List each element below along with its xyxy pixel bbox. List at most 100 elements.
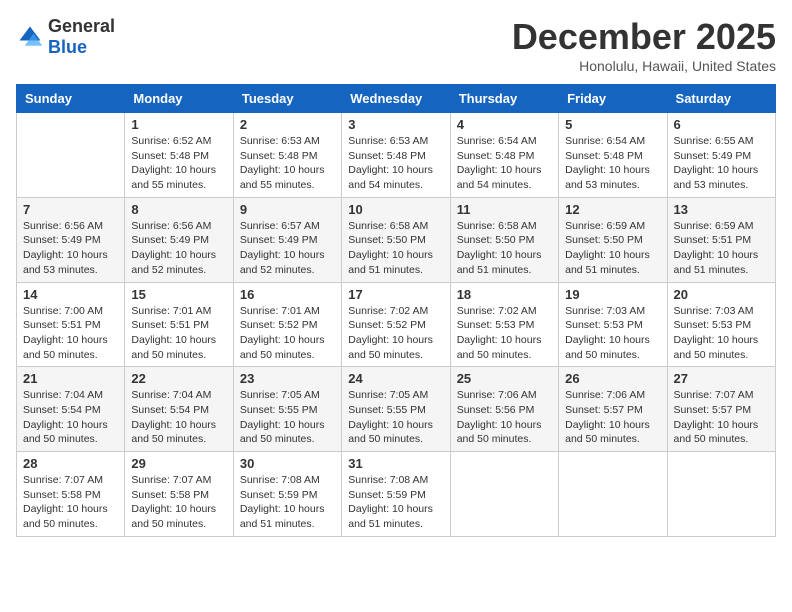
day-number: 4 [457, 117, 552, 132]
calendar-cell [450, 452, 558, 537]
calendar-cell: 3 Sunrise: 6:53 AM Sunset: 5:48 PM Daylig… [342, 113, 450, 198]
day-info: Sunrise: 6:53 AM Sunset: 5:48 PM Dayligh… [240, 134, 335, 193]
calendar-cell: 25Sunrise: 7:06 AM Sunset: 5:56 PM Dayli… [450, 367, 558, 452]
logo-blue: Blue [48, 37, 87, 57]
calendar-cell: 21 Sunrise: 7:04 AM Sunset: 5:54 PM Dayli… [17, 367, 125, 452]
calendar-cell: 10 Sunrise: 6:58 AM Sunset: 5:50 PM Dayli… [342, 197, 450, 282]
day-number: 11 [457, 202, 552, 217]
month-title: December 2025 [512, 16, 776, 58]
day-info: Sunrise: 6:57 AM Sunset: 5:49 PM Dayligh… [240, 219, 335, 278]
title-block: December 2025 Honolulu, Hawaii, United S… [512, 16, 776, 74]
day-number: 23 [240, 371, 335, 386]
day-info: Sunrise: 6:53 AM Sunset: 5:48 PM Dayligh… [348, 134, 443, 193]
calendar-cell [667, 452, 775, 537]
day-info: Sunrise: 6:59 AM Sunset: 5:51 PM Dayligh… [674, 219, 769, 278]
day-info: Sunrise: 6:54 AM Sunset: 5:48 PM Dayligh… [457, 134, 552, 193]
day-info: Sunrise: 6:55 AM Sunset: 5:49 PM Dayligh… [674, 134, 769, 193]
day-number: 2 [240, 117, 335, 132]
day-info: Sunrise: 7:07 AM Sunset: 5:58 PM Dayligh… [23, 473, 118, 532]
calendar-cell: 11Sunrise: 6:58 AM Sunset: 5:50 PM Dayli… [450, 197, 558, 282]
calendar-cell: 30 Sunrise: 7:08 AM Sunset: 5:59 PM Dayli… [233, 452, 341, 537]
day-info: Sunrise: 7:08 AM Sunset: 5:59 PM Dayligh… [240, 473, 335, 532]
subtitle: Honolulu, Hawaii, United States [512, 58, 776, 74]
day-number: 24 [348, 371, 443, 386]
day-info: Sunrise: 7:07 AM Sunset: 5:58 PM Dayligh… [131, 473, 226, 532]
day-info: Sunrise: 7:02 AM Sunset: 5:53 PM Dayligh… [457, 304, 552, 363]
calendar-cell: 12Sunrise: 6:59 AM Sunset: 5:50 PM Dayli… [559, 197, 667, 282]
weekday-header: Friday [559, 85, 667, 113]
day-info: Sunrise: 7:05 AM Sunset: 5:55 PM Dayligh… [348, 388, 443, 447]
day-number: 26 [565, 371, 660, 386]
calendar-cell: 18 Sunrise: 7:02 AM Sunset: 5:53 PM Dayli… [450, 282, 558, 367]
logo-text: General Blue [48, 16, 115, 58]
day-number: 14 [23, 287, 118, 302]
calendar-cell [559, 452, 667, 537]
day-number: 13 [674, 202, 769, 217]
weekday-header: Monday [125, 85, 233, 113]
day-number: 5 [565, 117, 660, 132]
day-number: 9 [240, 202, 335, 217]
day-info: Sunrise: 7:01 AM Sunset: 5:52 PM Dayligh… [240, 304, 335, 363]
day-info: Sunrise: 6:54 AM Sunset: 5:48 PM Dayligh… [565, 134, 660, 193]
day-info: Sunrise: 7:00 AM Sunset: 5:51 PM Dayligh… [23, 304, 118, 363]
calendar-cell: 5 Sunrise: 6:54 AM Sunset: 5:48 PM Daylig… [559, 113, 667, 198]
calendar-week-row: 28Sunrise: 7:07 AM Sunset: 5:58 PM Dayli… [17, 452, 776, 537]
day-number: 27 [674, 371, 769, 386]
day-info: Sunrise: 6:58 AM Sunset: 5:50 PM Dayligh… [348, 219, 443, 278]
day-info: Sunrise: 6:59 AM Sunset: 5:50 PM Dayligh… [565, 219, 660, 278]
calendar-cell: 28Sunrise: 7:07 AM Sunset: 5:58 PM Dayli… [17, 452, 125, 537]
calendar-cell: 6 Sunrise: 6:55 AM Sunset: 5:49 PM Daylig… [667, 113, 775, 198]
calendar-cell: 26 Sunrise: 7:06 AM Sunset: 5:57 PM Dayli… [559, 367, 667, 452]
day-number: 1 [131, 117, 226, 132]
day-number: 6 [674, 117, 769, 132]
calendar-cell: 8Sunrise: 6:56 AM Sunset: 5:49 PM Daylig… [125, 197, 233, 282]
calendar-cell: 22 Sunrise: 7:04 AM Sunset: 5:54 PM Dayli… [125, 367, 233, 452]
calendar-cell: 15 Sunrise: 7:01 AM Sunset: 5:51 PM Dayli… [125, 282, 233, 367]
day-info: Sunrise: 7:06 AM Sunset: 5:57 PM Dayligh… [565, 388, 660, 447]
logo-general: General [48, 16, 115, 36]
calendar-cell: 20 Sunrise: 7:03 AM Sunset: 5:53 PM Dayli… [667, 282, 775, 367]
day-number: 8 [131, 202, 226, 217]
calendar-week-row: 7Sunrise: 6:56 AM Sunset: 5:49 PM Daylig… [17, 197, 776, 282]
day-info: Sunrise: 7:03 AM Sunset: 5:53 PM Dayligh… [674, 304, 769, 363]
calendar-header-row: SundayMondayTuesdayWednesdayThursdayFrid… [17, 85, 776, 113]
calendar-cell: 27 Sunrise: 7:07 AM Sunset: 5:57 PM Dayli… [667, 367, 775, 452]
calendar-cell: 16 Sunrise: 7:01 AM Sunset: 5:52 PM Dayli… [233, 282, 341, 367]
day-number: 20 [674, 287, 769, 302]
calendar-cell: 13 Sunrise: 6:59 AM Sunset: 5:51 PM Dayli… [667, 197, 775, 282]
day-info: Sunrise: 7:07 AM Sunset: 5:57 PM Dayligh… [674, 388, 769, 447]
day-number: 3 [348, 117, 443, 132]
calendar-week-row: 14 Sunrise: 7:00 AM Sunset: 5:51 PM Dayli… [17, 282, 776, 367]
day-number: 15 [131, 287, 226, 302]
weekday-header: Sunday [17, 85, 125, 113]
day-number: 16 [240, 287, 335, 302]
day-info: Sunrise: 7:05 AM Sunset: 5:55 PM Dayligh… [240, 388, 335, 447]
logo-icon [16, 23, 44, 51]
day-number: 18 [457, 287, 552, 302]
day-number: 21 [23, 371, 118, 386]
day-info: Sunrise: 7:03 AM Sunset: 5:53 PM Dayligh… [565, 304, 660, 363]
day-number: 31 [348, 456, 443, 471]
calendar-table: SundayMondayTuesdayWednesdayThursdayFrid… [16, 84, 776, 537]
page-header: General Blue December 2025 Honolulu, Haw… [16, 16, 776, 74]
day-info: Sunrise: 7:04 AM Sunset: 5:54 PM Dayligh… [131, 388, 226, 447]
calendar-cell: 29 Sunrise: 7:07 AM Sunset: 5:58 PM Dayli… [125, 452, 233, 537]
day-info: Sunrise: 6:56 AM Sunset: 5:49 PM Dayligh… [23, 219, 118, 278]
day-number: 30 [240, 456, 335, 471]
calendar-week-row: 21 Sunrise: 7:04 AM Sunset: 5:54 PM Dayli… [17, 367, 776, 452]
calendar-cell: 31Sunrise: 7:08 AM Sunset: 5:59 PM Dayli… [342, 452, 450, 537]
day-number: 22 [131, 371, 226, 386]
calendar-cell: 4 Sunrise: 6:54 AM Sunset: 5:48 PM Daylig… [450, 113, 558, 198]
calendar-cell: 2 Sunrise: 6:53 AM Sunset: 5:48 PM Daylig… [233, 113, 341, 198]
day-info: Sunrise: 7:01 AM Sunset: 5:51 PM Dayligh… [131, 304, 226, 363]
calendar-cell: 23 Sunrise: 7:05 AM Sunset: 5:55 PM Dayli… [233, 367, 341, 452]
calendar-cell: 19Sunrise: 7:03 AM Sunset: 5:53 PM Dayli… [559, 282, 667, 367]
weekday-header: Thursday [450, 85, 558, 113]
weekday-header: Wednesday [342, 85, 450, 113]
day-info: Sunrise: 7:04 AM Sunset: 5:54 PM Dayligh… [23, 388, 118, 447]
day-number: 25 [457, 371, 552, 386]
day-number: 29 [131, 456, 226, 471]
calendar-cell: 1Sunrise: 6:52 AM Sunset: 5:48 PM Daylig… [125, 113, 233, 198]
day-number: 10 [348, 202, 443, 217]
logo: General Blue [16, 16, 115, 58]
